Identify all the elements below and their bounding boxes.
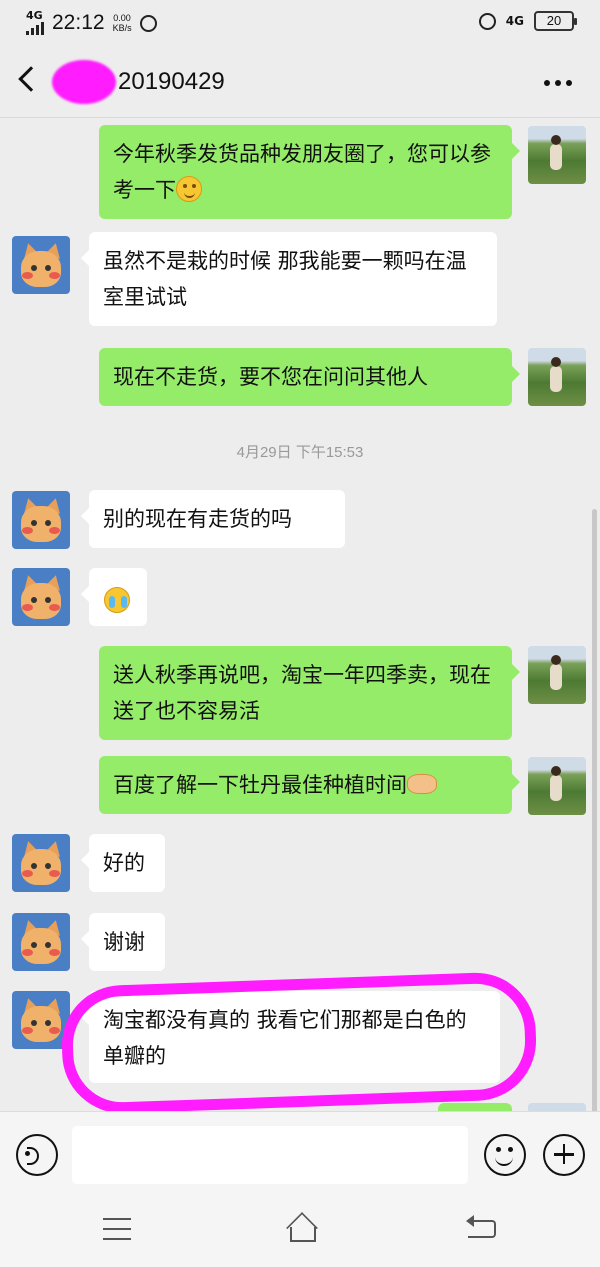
message-bubble-outgoing-partial[interactable] <box>438 1103 512 1111</box>
smile-emoji-icon <box>176 176 202 202</box>
smiley-icon[interactable] <box>484 1134 526 1176</box>
avatar-self[interactable] <box>528 646 586 704</box>
chat-header: 20190429 <box>0 48 600 118</box>
chat-area[interactable]: 今年秋季发货品种发朋友圈了，您可以参考一下 虽然不是栽的时候 那我能要一颗吗在温… <box>0 119 600 1111</box>
more-options-icon[interactable] <box>544 80 572 86</box>
battery-icon: 20 <box>534 11 577 31</box>
message-text: 现在不走货，要不您在问问其他人 <box>113 365 428 389</box>
menu-icon[interactable] <box>103 1218 131 1240</box>
back-chevron-icon[interactable] <box>18 66 44 92</box>
message-text: 谢谢 <box>103 930 145 954</box>
status-left: 4G 22:12 0.00 KB/s <box>26 9 157 35</box>
message-text: 好的 <box>103 851 145 875</box>
message-text: 百度了解一下牡丹最佳种植时间 <box>113 773 407 797</box>
message-bubble-incoming[interactable]: 虽然不是栽的时候 那我能要一颗吗在温室里试试 <box>81 232 497 326</box>
message-bubble-incoming[interactable] <box>81 568 147 626</box>
signal-indicator: 4G <box>26 9 44 35</box>
timestamp-divider: 4月29日 下午15:53 <box>236 444 364 461</box>
message-bubble-outgoing[interactable]: 送人秋季再说吧，淘宝一年四季卖，现在送了也不容易活 <box>99 646 520 740</box>
avatar-contact[interactable] <box>12 491 70 549</box>
avatar-self[interactable] <box>528 348 586 406</box>
message-bubble-outgoing[interactable]: 现在不走货，要不您在问问其他人 <box>99 348 520 406</box>
avatar-self[interactable] <box>528 757 586 815</box>
alarm-icon-right <box>478 12 496 30</box>
message-text: 送人秋季再说吧，淘宝一年四季卖，现在送了也不容易活 <box>113 663 491 723</box>
handshake-emoji-icon <box>407 774 437 794</box>
message-bubble-incoming[interactable]: 好的 <box>81 834 165 892</box>
redaction-scribble <box>52 60 116 104</box>
message-bubble-outgoing[interactable]: 百度了解一下牡丹最佳种植时间 <box>99 756 520 814</box>
message-text: 别的现在有走货的吗 <box>103 507 292 531</box>
avatar-contact[interactable] <box>12 834 70 892</box>
message-bubble-incoming[interactable]: 谢谢 <box>81 913 165 971</box>
signal-icon <box>26 21 44 35</box>
input-bar <box>0 1111 600 1194</box>
system-navigation-bar <box>0 1194 600 1267</box>
message-input[interactable] <box>72 1126 468 1184</box>
speed-unit: KB/s <box>112 23 132 33</box>
alarm-icon <box>139 14 157 32</box>
return-icon[interactable] <box>466 1215 496 1238</box>
avatar-contact[interactable] <box>12 236 70 294</box>
message-bubble-incoming[interactable]: 别的现在有走货的吗 <box>81 490 345 548</box>
avatar-self[interactable] <box>528 126 586 184</box>
network-type: 4G <box>26 9 43 22</box>
home-icon[interactable] <box>283 1216 319 1242</box>
status-bar: 4G 22:12 0.00 KB/s 4G 20 <box>0 0 600 48</box>
avatar-self[interactable] <box>528 1103 586 1111</box>
message-text: 今年秋季发货品种发朋友圈了，您可以参考一下 <box>113 142 491 202</box>
voice-icon[interactable] <box>16 1134 58 1176</box>
crying-emoji-icon <box>104 587 130 613</box>
message-bubble-outgoing[interactable]: 今年秋季发货品种发朋友圈了，您可以参考一下 <box>99 125 520 219</box>
clock: 22:12 <box>52 11 105 34</box>
speed-value: 0.00 <box>113 13 131 23</box>
network-speed: 0.00 KB/s <box>113 13 132 33</box>
network-type-right: 4G <box>505 14 524 28</box>
scrollbar[interactable] <box>592 509 597 1111</box>
avatar-contact[interactable] <box>12 568 70 626</box>
status-right: 4G 20 <box>478 11 577 31</box>
message-text: 虽然不是栽的时候 那我能要一颗吗在温室里试试 <box>103 249 467 309</box>
chat-title: 20190429 <box>118 68 225 95</box>
message-text: 淘宝都没有真的 我看它们那都是白色的单瓣的 <box>103 1008 467 1068</box>
avatar-contact[interactable] <box>12 913 70 971</box>
avatar-contact[interactable] <box>12 991 70 1049</box>
message-bubble-incoming[interactable]: 淘宝都没有真的 我看它们那都是白色的单瓣的 <box>81 991 500 1083</box>
plus-icon[interactable] <box>543 1134 585 1176</box>
